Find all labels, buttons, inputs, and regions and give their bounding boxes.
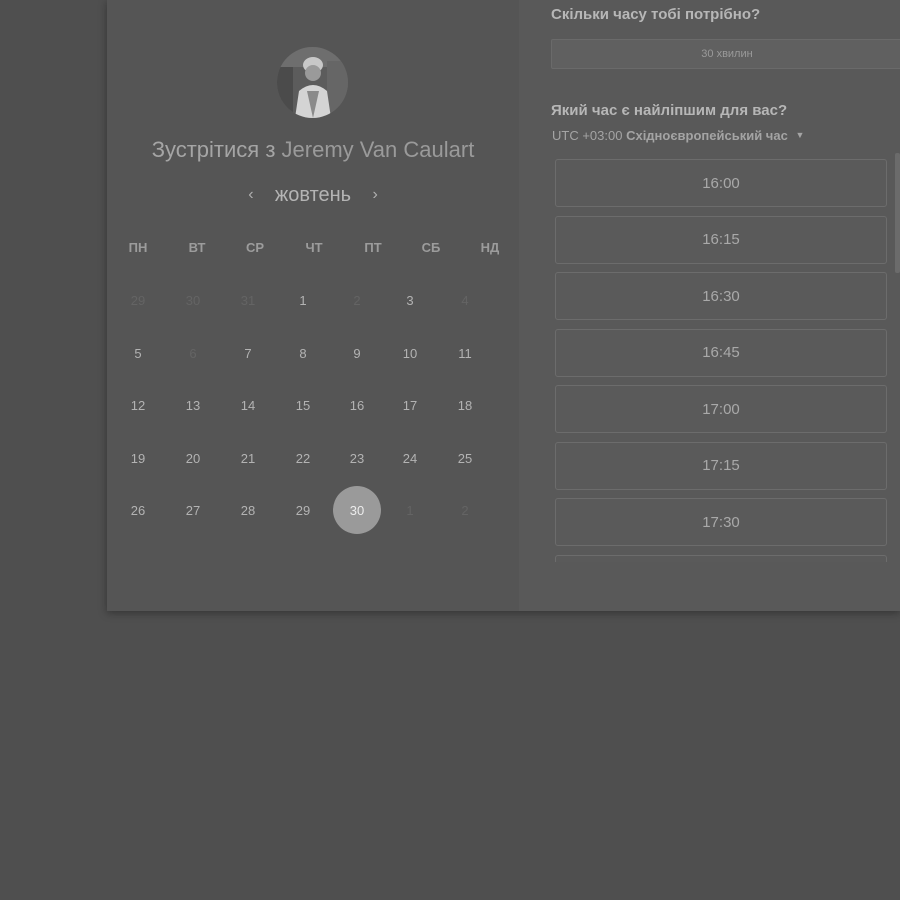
timezone-selector[interactable]: UTC +03:00 Східноєвропейський час ▼ (552, 128, 804, 143)
calendar-day[interactable]: 19 (114, 434, 162, 482)
calendar-day[interactable]: 18 (441, 381, 489, 429)
time-slot-button[interactable]: 17:00 (555, 385, 887, 433)
calendar-day[interactable]: 13 (169, 381, 217, 429)
booking-card: Зустрітися з Jeremy Van Caulart ‹ жовтен… (107, 0, 900, 611)
calendar-day[interactable]: 29 (279, 486, 327, 534)
time-slot-button[interactable] (555, 554, 887, 562)
calendar-day[interactable]: 8 (279, 329, 327, 377)
duration-select[interactable]: 30 хвилин (551, 39, 900, 69)
calendar-day[interactable]: 12 (114, 381, 162, 429)
calendar-day[interactable]: 3 (386, 276, 434, 324)
calendar-day: 29 (130, 292, 146, 308)
timezone-offset: UTC +03:00 (552, 128, 623, 143)
time-question: Який час є найліпшим для вас? (551, 102, 788, 119)
calendar-day: 2 (353, 292, 361, 308)
calendar-day[interactable]: 1 (279, 276, 327, 324)
calendar-day[interactable]: 28 (224, 486, 272, 534)
time-slot-button[interactable]: 16:00 (555, 159, 887, 207)
calendar-day[interactable]: 25 (441, 434, 489, 482)
calendar-day: 6 (189, 345, 197, 361)
timezone-name: Східноєвропейський час (626, 128, 788, 143)
calendar-day[interactable]: 26 (114, 486, 162, 534)
calendar-day: 1 (406, 502, 414, 518)
calendar-day[interactable]: 9 (333, 329, 381, 377)
calendar-grid: 29 30 31 1 2 3 4 5 6 7 8 9 10 11 12 13 14 15 16 17 18 19 20 21 2… (107, 0, 519, 611)
calendar-day[interactable]: 11 (441, 329, 489, 377)
calendar-day-selected[interactable]: 30 (333, 486, 381, 534)
calendar-day: 30 (185, 292, 201, 308)
scrollbar[interactable] (895, 153, 900, 273)
calendar-day[interactable]: 22 (279, 434, 327, 482)
time-panel: Скільки часу тобі потрібно? 30 хвилин Як… (519, 0, 900, 611)
time-slot-button[interactable]: 16:15 (555, 215, 887, 264)
time-slot-list: 16:00 16:15 16:30 16:45 17:00 17:15 17:30 (555, 159, 888, 562)
calendar-day[interactable]: 23 (333, 434, 381, 482)
calendar-day[interactable]: 16 (333, 381, 381, 429)
calendar-day[interactable]: 20 (169, 434, 217, 482)
calendar-day[interactable]: 10 (386, 329, 434, 377)
time-slot-button[interactable]: 16:30 (555, 272, 887, 320)
calendar-day[interactable]: 24 (386, 434, 434, 482)
calendar-panel: Зустрітися з Jeremy Van Caulart ‹ жовтен… (107, 0, 519, 611)
calendar-day[interactable]: 15 (279, 381, 327, 429)
calendar-day: 2 (461, 502, 469, 518)
calendar-day[interactable]: 5 (114, 329, 162, 377)
caret-down-icon: ▼ (795, 130, 805, 140)
time-slot-button[interactable]: 17:30 (555, 498, 887, 546)
calendar-day[interactable]: 14 (224, 381, 272, 429)
duration-question: Скільки часу тобі потрібно? (551, 6, 761, 23)
calendar-day: 4 (461, 292, 469, 308)
time-slot-button[interactable]: 17:15 (555, 441, 887, 490)
calendar-day[interactable]: 21 (224, 434, 272, 482)
calendar-day[interactable]: 7 (224, 329, 272, 377)
time-slot-button[interactable]: 16:45 (555, 328, 887, 377)
calendar-day[interactable]: 27 (169, 486, 217, 534)
calendar-day[interactable]: 17 (386, 381, 434, 429)
calendar-day: 31 (240, 292, 256, 308)
